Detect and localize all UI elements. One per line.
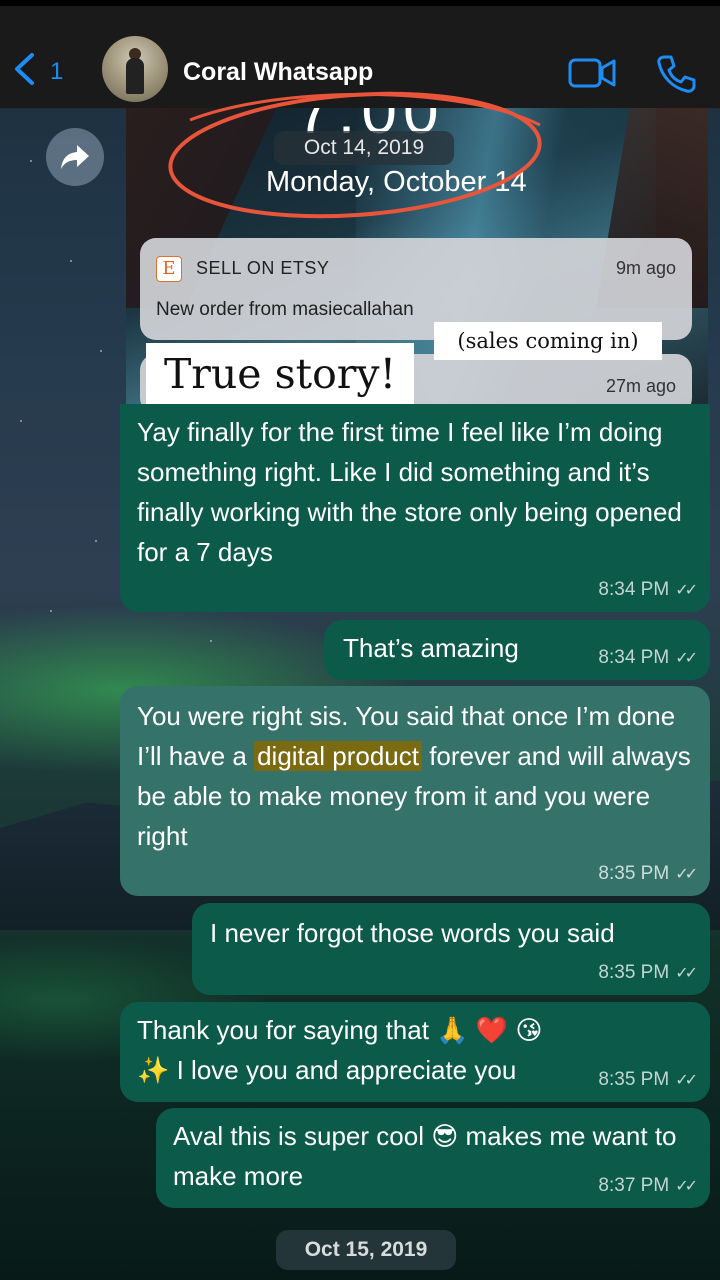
back-chevron-icon[interactable] [10, 52, 40, 86]
notification-body: New order from masiecallahan [156, 299, 414, 320]
unread-count[interactable]: 1 [50, 58, 63, 86]
message-meta: 8:37 PM ✓✓ [598, 1175, 698, 1198]
message-time: 8:34 PM [598, 579, 670, 600]
true-story-sticker: True story! [146, 343, 414, 405]
double-check-icon: ✓✓ [675, 866, 698, 883]
message-text: I never forgot those words you said [210, 918, 615, 948]
notification-time: 27m ago [605, 376, 676, 396]
message-bubble-sent[interactable]: Aval this is super cool 😎 makes me want … [156, 1108, 710, 1208]
message-bubble-sent[interactable]: That’s amazing 8:34 PM ✓✓ [324, 620, 710, 680]
wallpaper-star [210, 640, 212, 642]
double-check-icon: ✓✓ [675, 1072, 698, 1089]
double-check-icon: ✓✓ [675, 1178, 698, 1195]
red-circle-annotation [168, 91, 542, 219]
double-check-icon: ✓✓ [675, 582, 698, 599]
message-time: 8:35 PM [598, 1069, 670, 1090]
date-separator: Oct 15, 2019 [276, 1230, 456, 1270]
notification-app-name: SELL ON ETSY [196, 258, 330, 278]
sales-sticker: (sales coming in) [434, 322, 662, 360]
message-bubble-received[interactable]: You were right sis. You said that once I… [120, 686, 710, 896]
notification-time: 9m ago [615, 258, 676, 278]
highlighted-text: digital product [254, 741, 422, 771]
wallpaper-star [95, 540, 97, 542]
double-check-icon: ✓✓ [675, 650, 698, 667]
avatar-figure [126, 58, 144, 94]
wallpaper-star [30, 160, 32, 162]
message-bubble-received[interactable]: Thank you for saying that 🙏 ❤️ 😘 ✨ I lov… [120, 1002, 710, 1102]
message-meta: 8:34 PM ✓✓ [598, 647, 698, 670]
message-text: That’s amazing [343, 633, 519, 663]
forward-button[interactable] [46, 128, 104, 186]
message-bubble-received[interactable]: Yay finally for the first time I feel li… [120, 404, 710, 612]
message-meta: 8:35 PM ✓✓ [598, 863, 698, 886]
wallpaper-star [70, 260, 72, 262]
message-time: 8:34 PM [598, 647, 670, 668]
video-call-icon[interactable] [568, 56, 616, 90]
message-time: 8:35 PM [598, 863, 670, 884]
message-meta: 8:35 PM ✓✓ [598, 1069, 698, 1092]
wallpaper-star [20, 420, 22, 422]
message-bubble-sent[interactable]: I never forgot those words you said 8:35… [192, 903, 710, 995]
message-time: 8:35 PM [598, 962, 670, 983]
etsy-icon: E [156, 256, 182, 282]
forward-icon [61, 145, 89, 169]
message-text: Thank you for saying that 🙏 ❤️ 😘 ✨ I lov… [137, 1015, 543, 1085]
double-check-icon: ✓✓ [675, 965, 698, 982]
message-meta: 8:34 PM ✓✓ [598, 579, 698, 602]
message-meta: 8:35 PM ✓✓ [598, 962, 698, 985]
avatar[interactable] [102, 36, 168, 102]
message-text: You were right sis. You said that once I… [137, 696, 693, 856]
message-time: 8:37 PM [598, 1175, 670, 1196]
wallpaper-star [100, 350, 102, 352]
message-text: Yay finally for the first time I feel li… [137, 417, 682, 567]
wallpaper-star [50, 610, 52, 612]
phone-call-icon[interactable] [656, 54, 696, 94]
